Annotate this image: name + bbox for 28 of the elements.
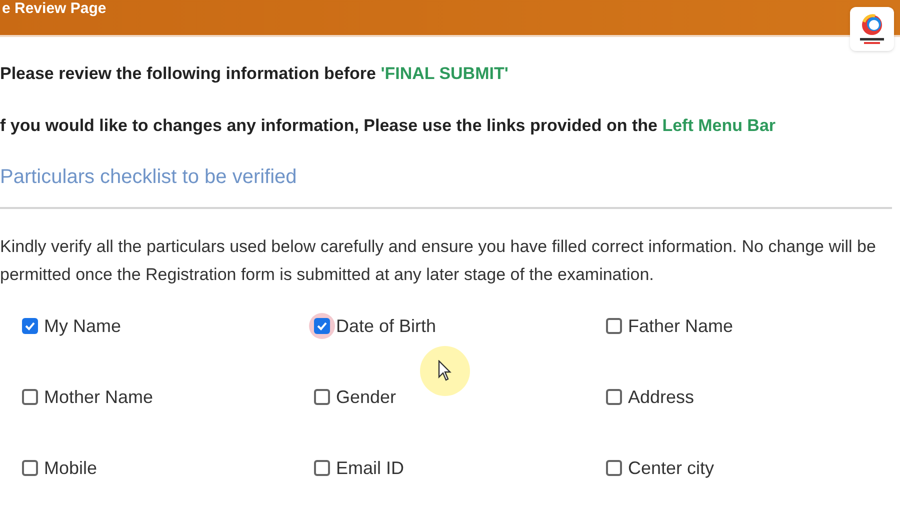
- checklist-item[interactable]: Center city: [600, 450, 720, 486]
- left-menu-link[interactable]: Left Menu Bar: [662, 116, 776, 134]
- checklist-item[interactable]: Gender: [308, 379, 402, 415]
- logo-icon: [850, 7, 894, 51]
- checkbox[interactable]: [314, 318, 330, 334]
- instruction-text: f you would like to changes any information, Please use the links provided on the Left Menu Bar: [0, 114, 777, 137]
- check-icon: [24, 320, 36, 332]
- checklist-item[interactable]: Address: [600, 379, 700, 415]
- notice-text: Kindly verify all the particulars used below carefully and ensure you have filled correct information. No change will be permitted once the Registration form is submitted at any later stage of the examination.: [0, 236, 877, 286]
- checklist-item[interactable]: Email ID: [308, 450, 410, 486]
- checkbox[interactable]: [606, 389, 622, 405]
- checklist-item[interactable]: Father Name: [600, 308, 740, 344]
- checkbox[interactable]: [22, 318, 38, 334]
- checklist-item[interactable]: Mobile: [16, 450, 104, 486]
- checkbox[interactable]: [314, 460, 330, 476]
- cursor-highlight-icon: [420, 346, 470, 396]
- page-title: e Review Page: [2, 1, 106, 16]
- checklist-item[interactable]: Date of Birth: [308, 308, 442, 344]
- checkbox[interactable]: [22, 460, 38, 476]
- section-title: Particulars checklist to be verified: [0, 165, 298, 190]
- checklist-item[interactable]: Mother Name: [16, 379, 160, 415]
- checkbox[interactable]: [22, 389, 38, 405]
- checklist-item[interactable]: My Name: [16, 308, 128, 344]
- check-icon: [316, 320, 328, 332]
- checkbox[interactable]: [606, 318, 622, 334]
- intro-text: Please review the following information before 'FINAL SUBMIT': [0, 63, 510, 85]
- checkbox[interactable]: [606, 460, 622, 476]
- checkbox[interactable]: [314, 389, 330, 405]
